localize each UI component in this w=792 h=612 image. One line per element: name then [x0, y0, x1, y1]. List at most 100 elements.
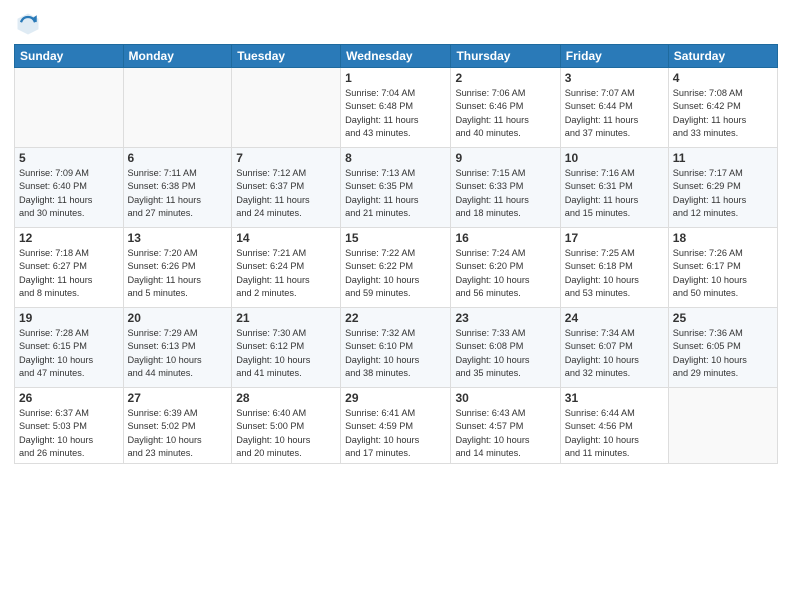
weekday-saturday: Saturday — [668, 45, 777, 68]
day-info: Sunrise: 7:30 AMSunset: 6:12 PMDaylight:… — [236, 327, 336, 380]
day-number: 11 — [673, 151, 773, 165]
day-number: 30 — [455, 391, 555, 405]
day-info: Sunrise: 7:07 AMSunset: 6:44 PMDaylight:… — [565, 87, 664, 140]
day-number: 9 — [455, 151, 555, 165]
day-number: 7 — [236, 151, 336, 165]
calendar-cell — [15, 68, 124, 148]
calendar-cell: 26 Sunrise: 6:37 AMSunset: 5:03 PMDayligh… — [15, 388, 124, 464]
day-number: 19 — [19, 311, 119, 325]
calendar-cell: 10 Sunrise: 7:16 AMSunset: 6:31 PMDayligh… — [560, 148, 668, 228]
day-number: 3 — [565, 71, 664, 85]
calendar-cell: 16 Sunrise: 7:24 AMSunset: 6:20 PMDayligh… — [451, 228, 560, 308]
weekday-thursday: Thursday — [451, 45, 560, 68]
day-number: 22 — [345, 311, 446, 325]
day-number: 10 — [565, 151, 664, 165]
day-info: Sunrise: 7:32 AMSunset: 6:10 PMDaylight:… — [345, 327, 446, 380]
weekday-tuesday: Tuesday — [232, 45, 341, 68]
calendar-cell: 2 Sunrise: 7:06 AMSunset: 6:46 PMDaylight… — [451, 68, 560, 148]
day-number: 25 — [673, 311, 773, 325]
day-number: 15 — [345, 231, 446, 245]
day-info: Sunrise: 7:21 AMSunset: 6:24 PMDaylight:… — [236, 247, 336, 300]
calendar-cell: 21 Sunrise: 7:30 AMSunset: 6:12 PMDayligh… — [232, 308, 341, 388]
calendar-cell: 22 Sunrise: 7:32 AMSunset: 6:10 PMDayligh… — [341, 308, 451, 388]
day-number: 21 — [236, 311, 336, 325]
day-info: Sunrise: 7:12 AMSunset: 6:37 PMDaylight:… — [236, 167, 336, 220]
weekday-friday: Friday — [560, 45, 668, 68]
logo — [14, 10, 46, 38]
day-number: 2 — [455, 71, 555, 85]
week-row-4: 19 Sunrise: 7:28 AMSunset: 6:15 PMDayligh… — [15, 308, 778, 388]
day-number: 4 — [673, 71, 773, 85]
calendar-cell — [123, 68, 232, 148]
weekday-wednesday: Wednesday — [341, 45, 451, 68]
day-info: Sunrise: 7:17 AMSunset: 6:29 PMDaylight:… — [673, 167, 773, 220]
day-number: 6 — [128, 151, 228, 165]
day-number: 24 — [565, 311, 664, 325]
week-row-5: 26 Sunrise: 6:37 AMSunset: 5:03 PMDayligh… — [15, 388, 778, 464]
day-info: Sunrise: 7:25 AMSunset: 6:18 PMDaylight:… — [565, 247, 664, 300]
day-info: Sunrise: 6:37 AMSunset: 5:03 PMDaylight:… — [19, 407, 119, 460]
calendar-cell: 19 Sunrise: 7:28 AMSunset: 6:15 PMDayligh… — [15, 308, 124, 388]
day-number: 29 — [345, 391, 446, 405]
day-info: Sunrise: 7:36 AMSunset: 6:05 PMDaylight:… — [673, 327, 773, 380]
day-number: 17 — [565, 231, 664, 245]
calendar-cell: 8 Sunrise: 7:13 AMSunset: 6:35 PMDaylight… — [341, 148, 451, 228]
calendar-cell: 11 Sunrise: 7:17 AMSunset: 6:29 PMDayligh… — [668, 148, 777, 228]
day-info: Sunrise: 7:08 AMSunset: 6:42 PMDaylight:… — [673, 87, 773, 140]
day-number: 16 — [455, 231, 555, 245]
calendar-cell: 15 Sunrise: 7:22 AMSunset: 6:22 PMDayligh… — [341, 228, 451, 308]
calendar-cell: 5 Sunrise: 7:09 AMSunset: 6:40 PMDaylight… — [15, 148, 124, 228]
day-info: Sunrise: 7:29 AMSunset: 6:13 PMDaylight:… — [128, 327, 228, 380]
day-info: Sunrise: 7:11 AMSunset: 6:38 PMDaylight:… — [128, 167, 228, 220]
day-info: Sunrise: 7:34 AMSunset: 6:07 PMDaylight:… — [565, 327, 664, 380]
day-info: Sunrise: 7:16 AMSunset: 6:31 PMDaylight:… — [565, 167, 664, 220]
week-row-3: 12 Sunrise: 7:18 AMSunset: 6:27 PMDayligh… — [15, 228, 778, 308]
calendar-cell — [668, 388, 777, 464]
day-info: Sunrise: 7:04 AMSunset: 6:48 PMDaylight:… — [345, 87, 446, 140]
calendar-cell: 25 Sunrise: 7:36 AMSunset: 6:05 PMDayligh… — [668, 308, 777, 388]
header — [14, 10, 778, 38]
day-number: 5 — [19, 151, 119, 165]
calendar-cell: 24 Sunrise: 7:34 AMSunset: 6:07 PMDayligh… — [560, 308, 668, 388]
day-info: Sunrise: 7:13 AMSunset: 6:35 PMDaylight:… — [345, 167, 446, 220]
day-number: 12 — [19, 231, 119, 245]
calendar-cell: 30Sunrise: 6:43 AMSunset: 4:57 PMDayligh… — [451, 388, 560, 464]
day-number: 26 — [19, 391, 119, 405]
weekday-header-row: SundayMondayTuesdayWednesdayThursdayFrid… — [15, 45, 778, 68]
day-info: Sunrise: 7:33 AMSunset: 6:08 PMDaylight:… — [455, 327, 555, 380]
day-number: 18 — [673, 231, 773, 245]
calendar-cell: 13 Sunrise: 7:20 AMSunset: 6:26 PMDayligh… — [123, 228, 232, 308]
day-info: Sunrise: 7:18 AMSunset: 6:27 PMDaylight:… — [19, 247, 119, 300]
day-info: Sunrise: 7:09 AMSunset: 6:40 PMDaylight:… — [19, 167, 119, 220]
weekday-sunday: Sunday — [15, 45, 124, 68]
calendar-cell — [232, 68, 341, 148]
day-info: Sunrise: 7:28 AMSunset: 6:15 PMDaylight:… — [19, 327, 119, 380]
calendar-cell: 12 Sunrise: 7:18 AMSunset: 6:27 PMDayligh… — [15, 228, 124, 308]
week-row-2: 5 Sunrise: 7:09 AMSunset: 6:40 PMDaylight… — [15, 148, 778, 228]
logo-icon — [14, 10, 42, 38]
weekday-monday: Monday — [123, 45, 232, 68]
calendar-cell: 31Sunrise: 6:44 AMSunset: 4:56 PMDayligh… — [560, 388, 668, 464]
calendar-cell: 7 Sunrise: 7:12 AMSunset: 6:37 PMDaylight… — [232, 148, 341, 228]
day-info: Sunrise: 6:44 AMSunset: 4:56 PMDaylight:… — [565, 407, 664, 460]
day-number: 23 — [455, 311, 555, 325]
calendar-cell: 14Sunrise: 7:21 AMSunset: 6:24 PMDayligh… — [232, 228, 341, 308]
day-info: Sunrise: 7:06 AMSunset: 6:46 PMDaylight:… — [455, 87, 555, 140]
day-info: Sunrise: 7:15 AMSunset: 6:33 PMDaylight:… — [455, 167, 555, 220]
day-number: 13 — [128, 231, 228, 245]
day-info: Sunrise: 6:41 AMSunset: 4:59 PMDaylight:… — [345, 407, 446, 460]
day-info: Sunrise: 7:24 AMSunset: 6:20 PMDaylight:… — [455, 247, 555, 300]
calendar-cell: 4 Sunrise: 7:08 AMSunset: 6:42 PMDaylight… — [668, 68, 777, 148]
day-info: Sunrise: 6:40 AMSunset: 5:00 PMDaylight:… — [236, 407, 336, 460]
week-row-1: 1Sunrise: 7:04 AMSunset: 6:48 PMDaylight… — [15, 68, 778, 148]
calendar-table: SundayMondayTuesdayWednesdayThursdayFrid… — [14, 44, 778, 464]
calendar-cell: 27Sunrise: 6:39 AMSunset: 5:02 PMDayligh… — [123, 388, 232, 464]
day-number: 8 — [345, 151, 446, 165]
day-number: 28 — [236, 391, 336, 405]
calendar-cell: 18Sunrise: 7:26 AMSunset: 6:17 PMDayligh… — [668, 228, 777, 308]
day-info: Sunrise: 7:20 AMSunset: 6:26 PMDaylight:… — [128, 247, 228, 300]
day-number: 27 — [128, 391, 228, 405]
calendar-cell: 23 Sunrise: 7:33 AMSunset: 6:08 PMDayligh… — [451, 308, 560, 388]
calendar-cell: 3 Sunrise: 7:07 AMSunset: 6:44 PMDaylight… — [560, 68, 668, 148]
day-info: Sunrise: 7:22 AMSunset: 6:22 PMDaylight:… — [345, 247, 446, 300]
